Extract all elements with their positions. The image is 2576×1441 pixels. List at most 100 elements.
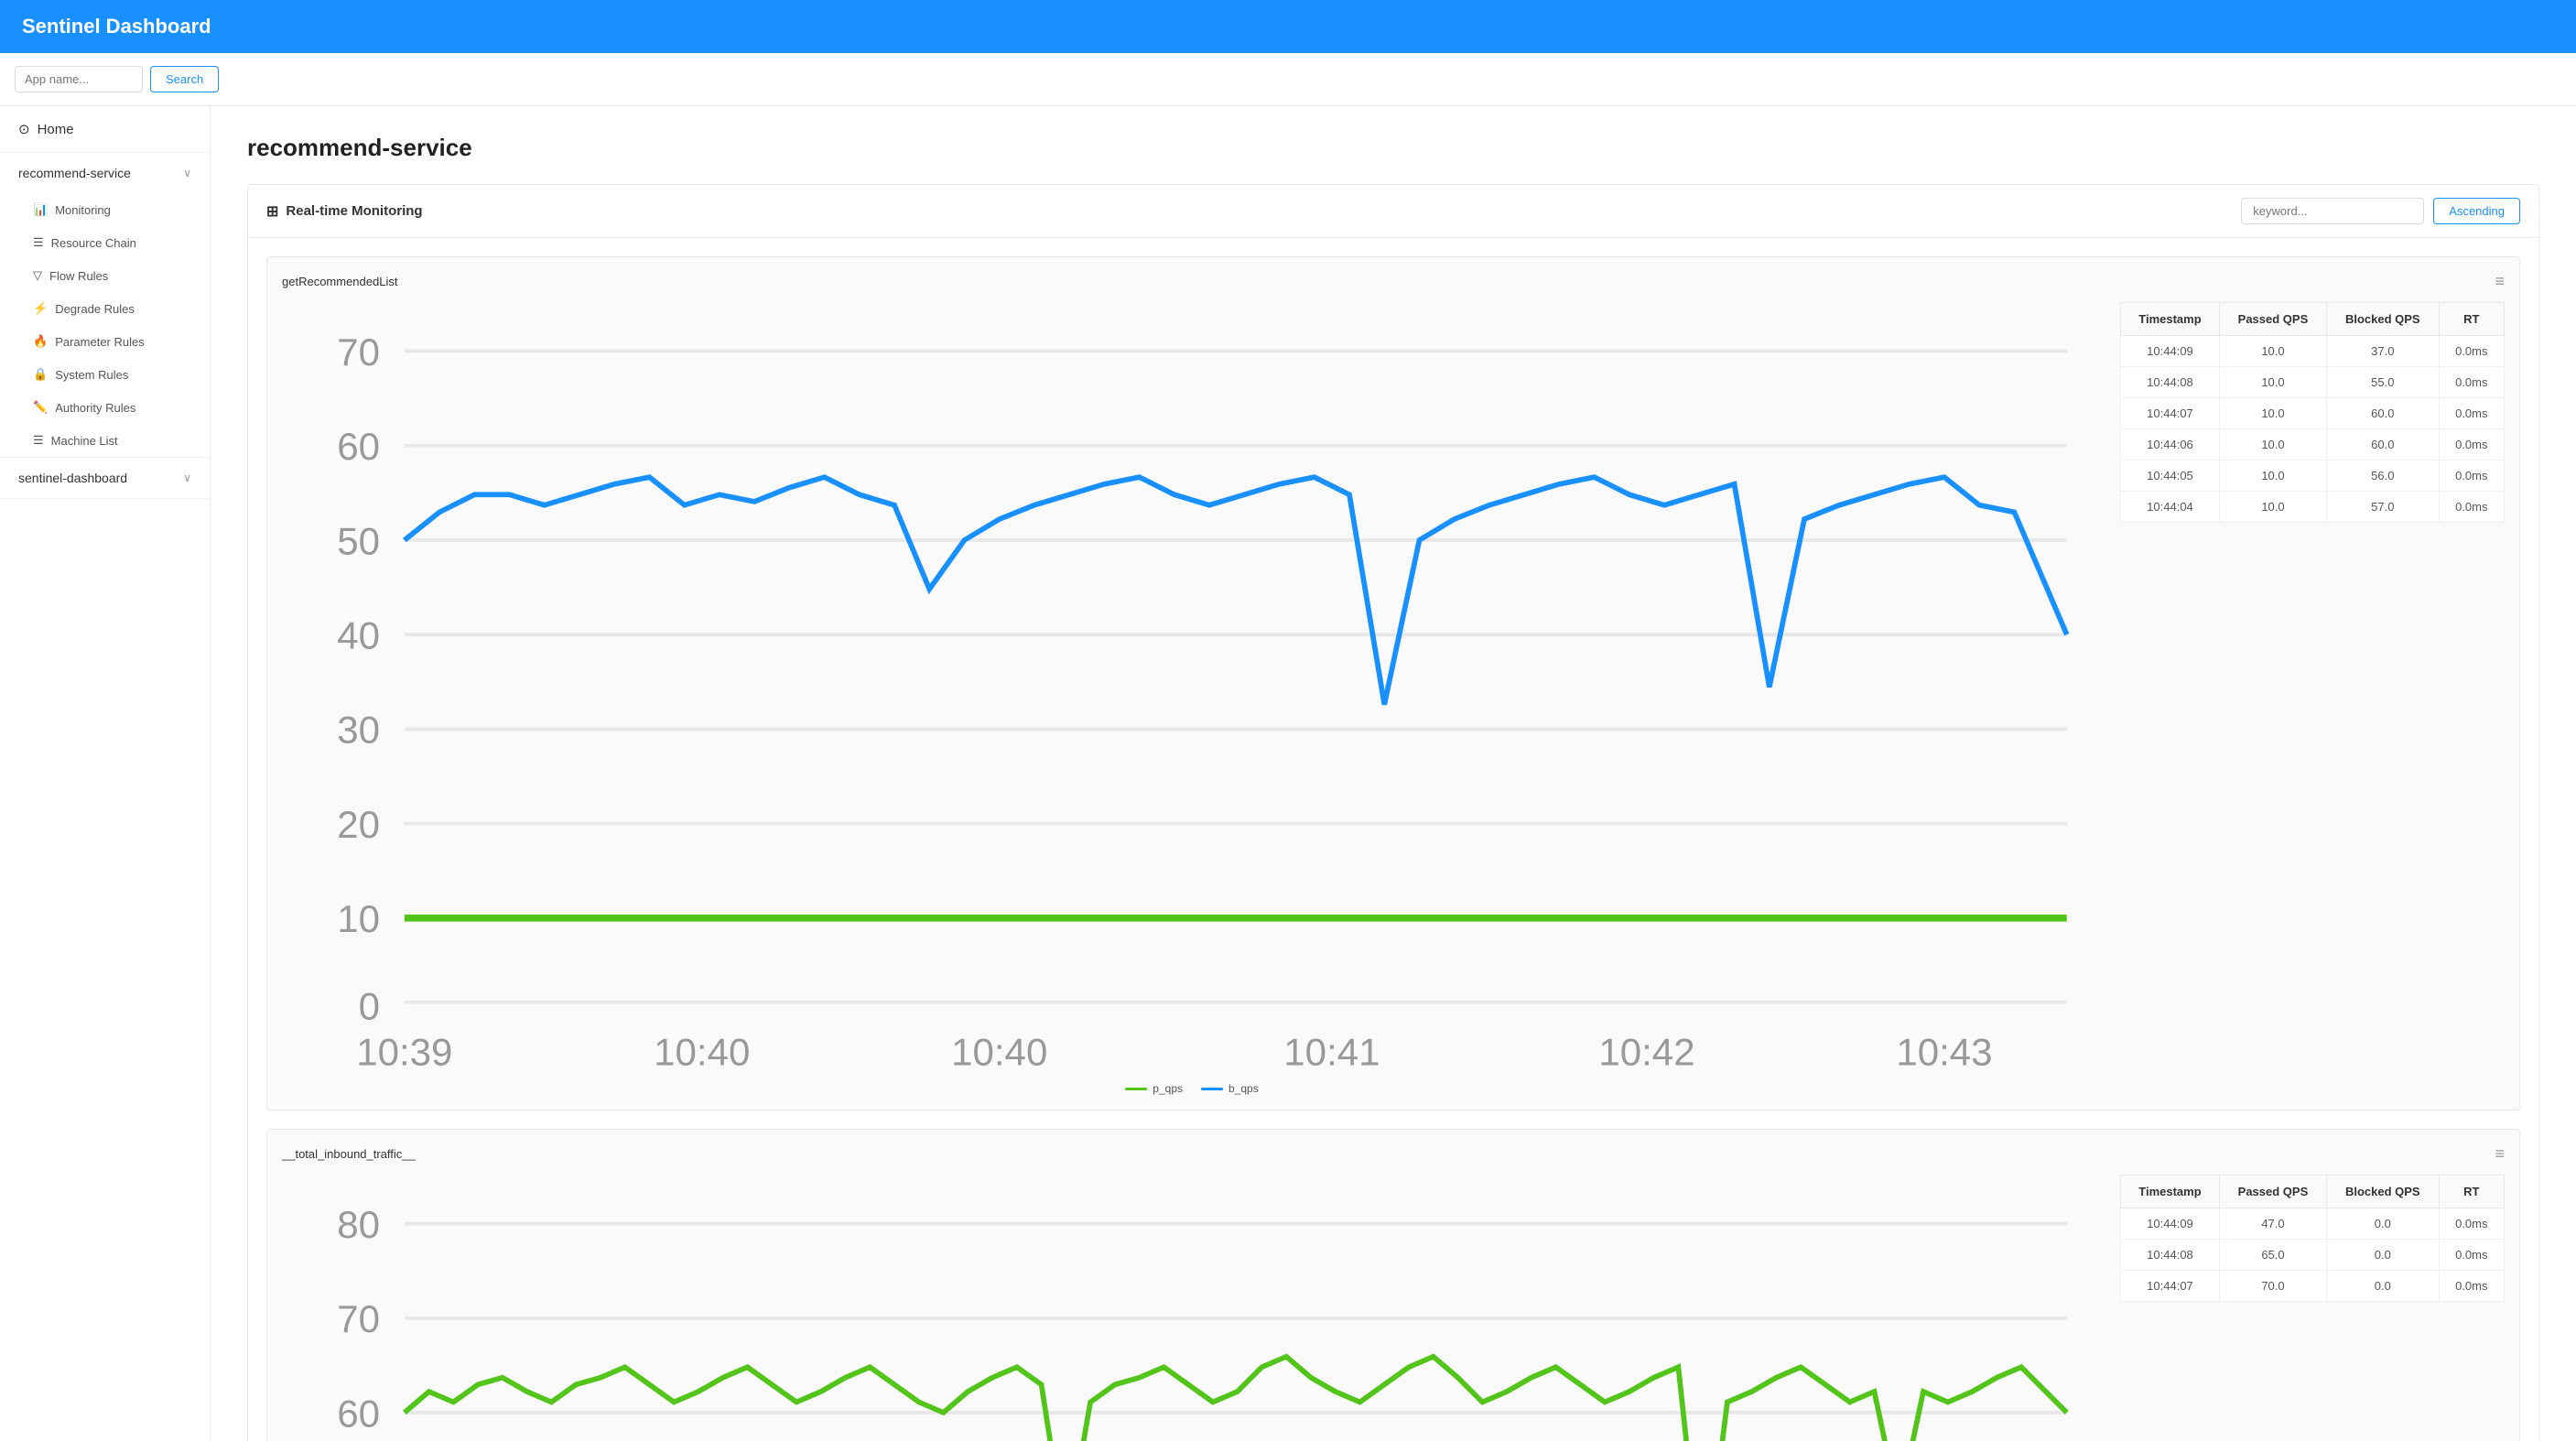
chart-card-1-header: getRecommendedList ≡ [282, 272, 2505, 291]
monitoring-title: ⊞ Real-time Monitoring [266, 202, 423, 221]
col-passed-qps-1: Passed QPS [2219, 303, 2326, 336]
svg-text:70: 70 [337, 330, 380, 374]
app-header: Sentinel Dashboard [0, 0, 2576, 53]
sidebar-section-header-sentinel[interactable]: sentinel-dashboard ∨ [0, 458, 210, 498]
chart-area-1: 70 60 50 40 30 20 10 0 [282, 302, 2102, 1095]
table-row: 10:44:0770.00.00.0ms [2121, 1271, 2505, 1302]
monitoring-controls: Ascending [2241, 198, 2520, 224]
chevron-right-icon: ∨ [183, 471, 191, 484]
ascending-button[interactable]: Ascending [2433, 198, 2520, 224]
main-content: recommend-service ⊞ Real-time Monitoring… [211, 106, 2576, 1441]
authority-rules-icon: ✏️ [33, 400, 48, 415]
sidebar-item-authority-rules-label: Authority Rules [55, 401, 135, 415]
chart-menu-icon-2[interactable]: ≡ [2495, 1144, 2505, 1164]
chart-svg-2: 80 70 60 50 40 30 [282, 1175, 2102, 1441]
sidebar-item-system-rules-label: System Rules [55, 368, 128, 382]
svg-text:60: 60 [337, 425, 380, 468]
sidebar-items-recommend: 📊 Monitoring ☰ Resource Chain ▽ Flow Rul… [0, 193, 210, 457]
chart-card-1-title: getRecommendedList [282, 275, 397, 288]
monitoring-header: ⊞ Real-time Monitoring Ascending [248, 185, 2538, 238]
table-row: 10:44:0510.056.00.0ms [2121, 460, 2505, 492]
table-row: 10:44:0710.060.00.0ms [2121, 398, 2505, 429]
sidebar-item-monitoring-label: Monitoring [55, 203, 111, 217]
col-timestamp-2: Timestamp [2121, 1176, 2220, 1208]
svg-text:80: 80 [337, 1203, 380, 1246]
chart-legend-1: p_qps b_qps [282, 1082, 2102, 1095]
sidebar-item-machine-list-label: Machine List [51, 434, 118, 448]
sidebar-item-machine-list[interactable]: ☰ Machine List [0, 424, 210, 457]
sidebar-item-degrade-rules[interactable]: ⚡ Degrade Rules [0, 292, 210, 325]
table-row: 10:44:0947.00.00.0ms [2121, 1208, 2505, 1240]
chart-card-1: getRecommendedList ≡ 70 60 50 40 30 20 [266, 256, 2520, 1111]
degrade-rules-icon: ⚡ [33, 301, 48, 316]
chart-card-2-header: __total_inbound_traffic__ ≡ [282, 1144, 2505, 1164]
svg-text:10:43: 10:43 [1896, 1030, 1992, 1072]
legend-p-qps-1: p_qps [1125, 1082, 1183, 1095]
legend-b-qps-label-1: b_qps [1228, 1082, 1259, 1095]
chevron-down-icon: ∨ [183, 167, 191, 179]
search-input[interactable] [15, 66, 143, 92]
svg-text:60: 60 [337, 1392, 380, 1435]
col-timestamp-1: Timestamp [2121, 303, 2220, 336]
col-rt-1: RT [2439, 303, 2504, 336]
legend-b-qps-line-1 [1201, 1088, 1223, 1090]
search-button[interactable]: Search [150, 66, 219, 92]
chart-svg-1: 70 60 50 40 30 20 10 0 [282, 302, 2102, 1072]
table-row: 10:44:0810.055.00.0ms [2121, 367, 2505, 398]
page-title: recommend-service [247, 134, 2539, 162]
svg-text:10:40: 10:40 [951, 1030, 1047, 1072]
chart-content-1: 70 60 50 40 30 20 10 0 [282, 302, 2505, 1095]
sidebar-item-flow-rules[interactable]: ▽ Flow Rules [0, 259, 210, 292]
sidebar-section-name-sentinel: sentinel-dashboard [18, 471, 127, 485]
svg-text:0: 0 [359, 985, 380, 1028]
chart-menu-icon-1[interactable]: ≡ [2495, 272, 2505, 291]
home-label: Home [38, 122, 74, 137]
svg-text:10: 10 [337, 897, 380, 940]
legend-b-qps-1: b_qps [1201, 1082, 1259, 1095]
sidebar: ⊙ Home recommend-service ∨ 📊 Monitoring … [0, 106, 211, 1441]
sidebar-home[interactable]: ⊙ Home [0, 106, 210, 153]
svg-text:30: 30 [337, 709, 380, 752]
home-icon: ⊙ [18, 121, 30, 137]
flow-rules-icon: ▽ [33, 268, 42, 283]
svg-text:20: 20 [337, 803, 380, 846]
svg-text:10:42: 10:42 [1598, 1030, 1694, 1072]
sidebar-section-sentinel: sentinel-dashboard ∨ [0, 458, 210, 499]
legend-p-qps-line-1 [1125, 1088, 1147, 1090]
sidebar-item-authority-rules[interactable]: ✏️ Authority Rules [0, 391, 210, 424]
chart-card-2-title: __total_inbound_traffic__ [282, 1147, 416, 1161]
sidebar-section-header-recommend[interactable]: recommend-service ∨ [0, 153, 210, 193]
col-rt-2: RT [2439, 1176, 2504, 1208]
svg-text:10:41: 10:41 [1283, 1030, 1380, 1072]
sidebar-item-flow-rules-label: Flow Rules [49, 269, 108, 283]
chart-area-2: 80 70 60 50 40 30 [282, 1175, 2102, 1441]
chart-table-2: Timestamp Passed QPS Blocked QPS RT 10:4… [2120, 1175, 2505, 1302]
svg-text:50: 50 [337, 519, 380, 562]
table-row: 10:44:0410.057.00.0ms [2121, 492, 2505, 523]
search-bar: Search [0, 53, 2576, 106]
sidebar-item-resource-chain[interactable]: ☰ Resource Chain [0, 226, 210, 259]
sidebar-item-parameter-rules-label: Parameter Rules [55, 335, 145, 349]
col-blocked-qps-2: Blocked QPS [2326, 1176, 2439, 1208]
sidebar-item-degrade-rules-label: Degrade Rules [55, 302, 135, 316]
legend-p-qps-label-1: p_qps [1153, 1082, 1183, 1095]
table-row: 10:44:0610.060.00.0ms [2121, 429, 2505, 460]
filter-icon: ⊞ [266, 202, 278, 221]
parameter-rules-icon: 🔥 [33, 334, 48, 349]
chart-table-area-2: Timestamp Passed QPS Blocked QPS RT 10:4… [2120, 1175, 2505, 1441]
resource-chain-icon: ☰ [33, 235, 44, 250]
keyword-input[interactable] [2241, 198, 2424, 224]
col-passed-qps-2: Passed QPS [2219, 1176, 2326, 1208]
sidebar-section-name-recommend: recommend-service [18, 166, 131, 180]
sidebar-section-recommend: recommend-service ∨ 📊 Monitoring ☰ Resou… [0, 153, 210, 458]
monitoring-section: ⊞ Real-time Monitoring Ascending getReco… [247, 184, 2539, 1441]
machine-list-icon: ☰ [33, 433, 44, 448]
chart-content-2: 80 70 60 50 40 30 [282, 1175, 2505, 1441]
chart-table-1: Timestamp Passed QPS Blocked QPS RT 10:4… [2120, 302, 2505, 523]
col-blocked-qps-1: Blocked QPS [2326, 303, 2439, 336]
chart-table-area-1: Timestamp Passed QPS Blocked QPS RT 10:4… [2120, 302, 2505, 1095]
sidebar-item-monitoring[interactable]: 📊 Monitoring [0, 193, 210, 226]
sidebar-item-system-rules[interactable]: 🔒 System Rules [0, 358, 210, 391]
sidebar-item-parameter-rules[interactable]: 🔥 Parameter Rules [0, 325, 210, 358]
chart-card-2: __total_inbound_traffic__ ≡ 80 70 60 50 … [266, 1129, 2520, 1441]
